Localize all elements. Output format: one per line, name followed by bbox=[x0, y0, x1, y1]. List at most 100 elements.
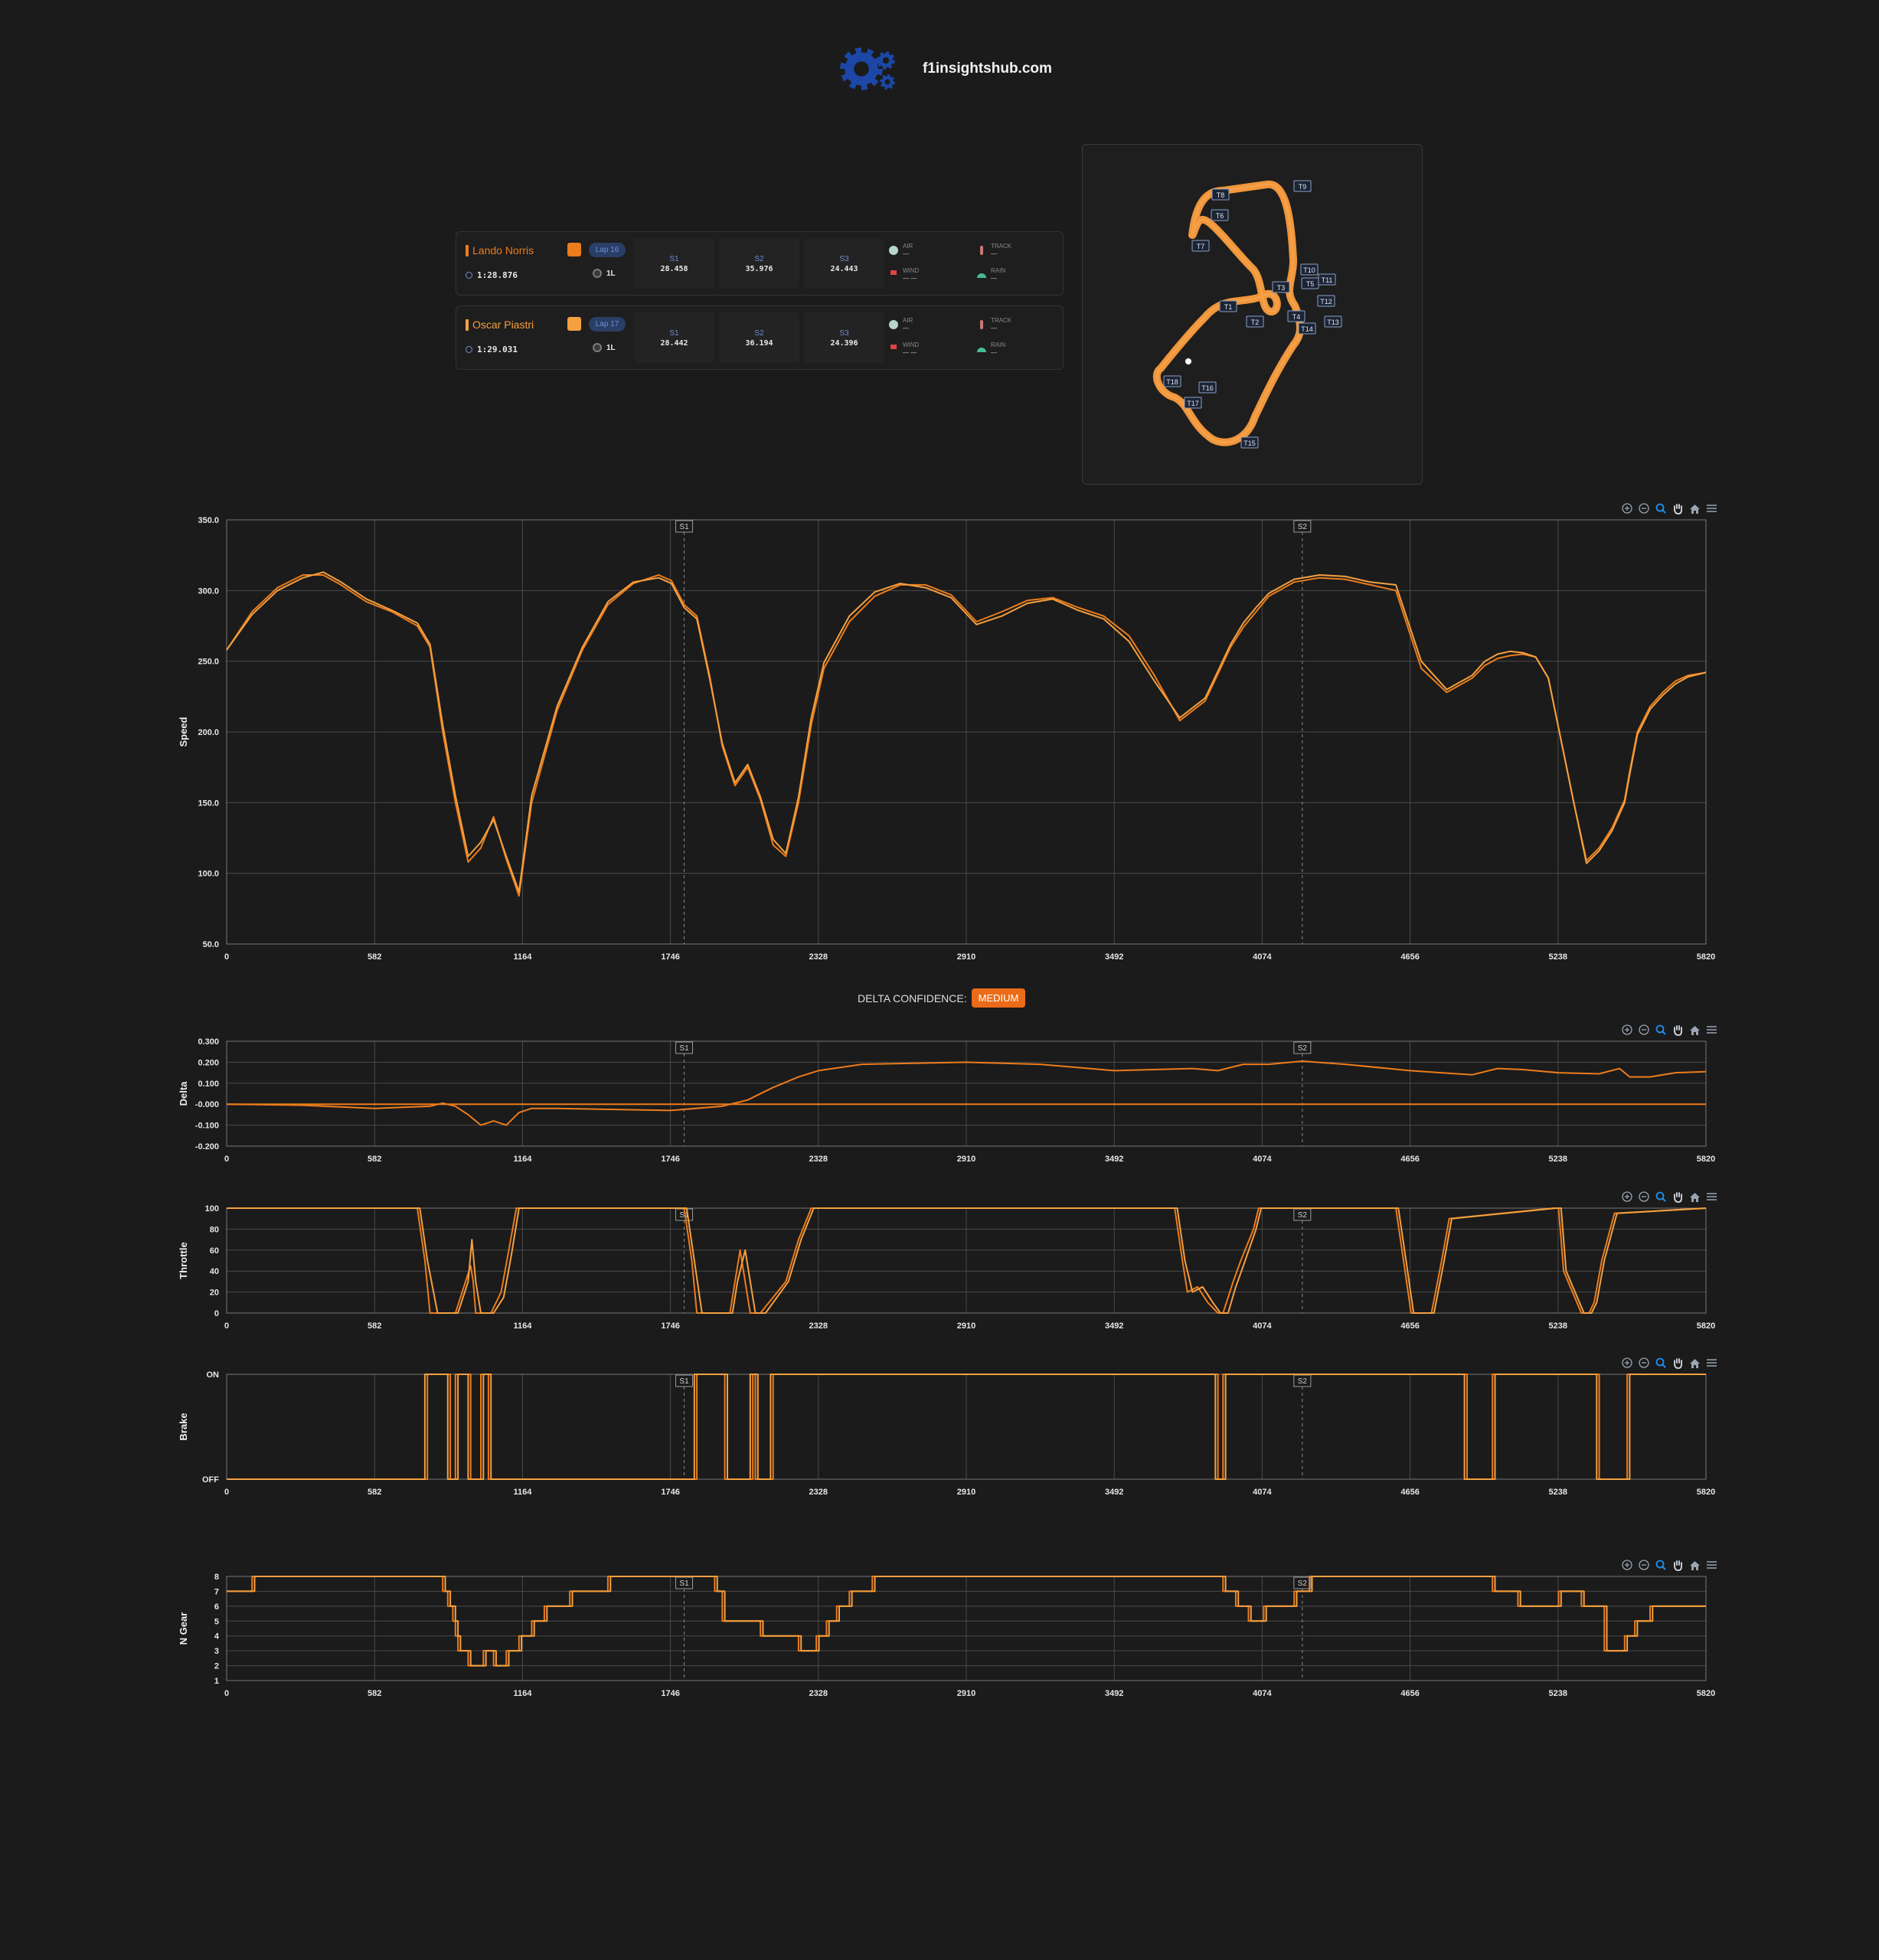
driver-card[interactable]: Lando Norris Lap 16 1:28.876 1L S1 28.45… bbox=[456, 231, 1064, 296]
zoom-out-icon[interactable] bbox=[1639, 1560, 1649, 1570]
x-tick-label: 582 bbox=[368, 952, 381, 962]
delta-confidence-label: DELTA CONFIDENCE: bbox=[858, 991, 967, 1004]
svg-text:S2: S2 bbox=[1298, 1044, 1308, 1053]
svg-text:T17: T17 bbox=[1187, 400, 1199, 407]
menu-icon[interactable] bbox=[1707, 505, 1717, 512]
weather-panel: AIR — TRACK — WIND — — RAIN — bbox=[889, 312, 1057, 363]
sector-label: S3 bbox=[839, 255, 849, 263]
brake-chart[interactable]: OFF ON 0 582 1164 1746 2328 2910 3492 4074 4656 523… bbox=[0, 1346, 1879, 1507]
driver-color-swatch[interactable] bbox=[567, 243, 581, 256]
y-tick-label: 60 bbox=[210, 1246, 219, 1256]
pan-hand-icon[interactable] bbox=[1674, 1025, 1682, 1036]
svg-text:T3: T3 bbox=[1277, 284, 1286, 292]
sector-time-2: S2 36.194 bbox=[719, 312, 799, 363]
driver-color-swatch[interactable] bbox=[567, 317, 581, 331]
weather-wind: WIND — — bbox=[889, 267, 966, 289]
svg-text:S2: S2 bbox=[1298, 1211, 1308, 1220]
x-tick-label: 5820 bbox=[1697, 1689, 1715, 1698]
throttle-chart[interactable]: 0 20 40 60 80 100 0 582 1164 1746 2328 2910 3492 4074… bbox=[0, 1179, 1879, 1340]
menu-icon[interactable] bbox=[1707, 1359, 1717, 1367]
pan-hand-icon[interactable] bbox=[1674, 1358, 1682, 1369]
track-map[interactable]: T1 T2 T3 T4 T5 T6 T7 T8 T9 T10 T11 T12 T13 T14 T15 T16 T… bbox=[1083, 145, 1422, 484]
pan-hand-icon[interactable] bbox=[1674, 504, 1682, 514]
y-tick-label: 0 bbox=[214, 1309, 219, 1318]
zoom-select-icon[interactable] bbox=[1655, 503, 1666, 514]
lap-selector[interactable]: Lap 16 bbox=[589, 243, 626, 257]
turn-label-t10: T10 bbox=[1300, 263, 1319, 276]
menu-icon[interactable] bbox=[1707, 1026, 1717, 1034]
svg-text:S1: S1 bbox=[679, 1579, 689, 1588]
home-icon[interactable] bbox=[1690, 1561, 1700, 1570]
driver-name: Oscar Piastri bbox=[466, 318, 534, 331]
y-axis-title: Brake bbox=[178, 1413, 189, 1440]
lap-time: 1:29.031 bbox=[466, 345, 518, 354]
home-icon[interactable] bbox=[1690, 1193, 1700, 1202]
zoom-out-icon[interactable] bbox=[1639, 1191, 1649, 1202]
sector-marker-label: S1 bbox=[675, 1041, 694, 1054]
x-tick-label: 4656 bbox=[1400, 952, 1419, 962]
x-tick-label: 582 bbox=[368, 1488, 381, 1497]
lap-selector[interactable]: Lap 17 bbox=[589, 317, 626, 332]
sector-value: 28.442 bbox=[660, 339, 688, 348]
gear-chart[interactable]: 1 2 3 4 5 6 7 8 0 582 1164 1746 2328 2910 3492 4074 4656… bbox=[0, 1548, 1879, 1709]
zoom-select-icon[interactable] bbox=[1655, 1357, 1666, 1368]
thermometer-icon bbox=[980, 246, 983, 255]
x-tick-label: 2328 bbox=[809, 1488, 828, 1497]
brand-link[interactable]: f1insightshub.com bbox=[923, 60, 1052, 77]
speed-chart[interactable]: 50.0 100.0 150.0 200.0 250.0 300.0 350.0 0 582 11… bbox=[0, 490, 1879, 972]
pan-hand-icon[interactable] bbox=[1674, 1192, 1682, 1203]
sector-marker-label: S2 bbox=[1293, 1576, 1312, 1589]
pan-hand-icon[interactable] bbox=[1674, 1560, 1682, 1571]
zoom-out-icon[interactable] bbox=[1639, 503, 1649, 514]
driver-card[interactable]: Oscar Piastri Lap 17 1:29.031 1L S1 28.4… bbox=[456, 305, 1064, 370]
x-tick-label: 5238 bbox=[1549, 1321, 1567, 1331]
rain-icon bbox=[977, 273, 986, 278]
x-tick-label: 2328 bbox=[809, 952, 828, 962]
delta-chart[interactable]: -0.200 -0.100 -0.000 0.100 0.200 0.300 0 582 116… bbox=[0, 1011, 1879, 1171]
menu-icon[interactable] bbox=[1707, 1193, 1717, 1200]
zoom-in-icon[interactable] bbox=[1622, 1357, 1632, 1368]
delta-confidence: DELTA CONFIDENCE: MEDIUM bbox=[858, 988, 1026, 1008]
sector-marker-label: S2 bbox=[1293, 1374, 1312, 1387]
x-tick-label: 4656 bbox=[1400, 1689, 1419, 1698]
x-tick-label: 4656 bbox=[1400, 1155, 1419, 1164]
menu-icon[interactable] bbox=[1707, 1561, 1717, 1569]
zoom-in-icon[interactable] bbox=[1622, 1560, 1632, 1570]
x-tick-label: 2910 bbox=[957, 1689, 975, 1698]
zoom-select-icon[interactable] bbox=[1655, 1191, 1666, 1202]
weather-rain: RAIN — bbox=[977, 341, 1054, 363]
x-tick-label: 3492 bbox=[1105, 1689, 1123, 1698]
x-tick-label: 5238 bbox=[1549, 952, 1567, 962]
y-tick-label: 3 bbox=[214, 1647, 219, 1656]
home-icon[interactable] bbox=[1690, 1359, 1700, 1368]
y-tick-label: 250.0 bbox=[198, 658, 219, 667]
x-tick-label: 4074 bbox=[1253, 1488, 1272, 1497]
x-tick-label: 5820 bbox=[1697, 952, 1715, 962]
zoom-in-icon[interactable] bbox=[1622, 1191, 1632, 1202]
zoom-out-icon[interactable] bbox=[1639, 1024, 1649, 1035]
zoom-out-icon[interactable] bbox=[1639, 1357, 1649, 1368]
sector-marker-label: S1 bbox=[675, 1374, 694, 1387]
turn-label-t3: T3 bbox=[1272, 281, 1290, 293]
x-tick-label: 2328 bbox=[809, 1155, 828, 1164]
zoom-select-icon[interactable] bbox=[1655, 1024, 1666, 1035]
sector-time-2: S2 35.976 bbox=[719, 238, 799, 289]
y-axis-title: N Gear bbox=[178, 1612, 189, 1645]
turn-label-t9: T9 bbox=[1293, 180, 1312, 192]
driver-color-bar bbox=[466, 244, 469, 256]
zoom-in-icon[interactable] bbox=[1622, 503, 1632, 514]
svg-text:S1: S1 bbox=[679, 1377, 689, 1386]
home-icon[interactable] bbox=[1690, 505, 1700, 514]
delta-confidence-badge: MEDIUM bbox=[971, 988, 1026, 1008]
zoom-select-icon[interactable] bbox=[1655, 1560, 1666, 1570]
home-icon[interactable] bbox=[1690, 1026, 1700, 1035]
x-tick-label: 4074 bbox=[1253, 1155, 1272, 1164]
x-tick-label: 0 bbox=[224, 952, 229, 962]
sector-value: 36.194 bbox=[745, 339, 773, 348]
x-tick-label: 5238 bbox=[1549, 1155, 1567, 1164]
x-tick-label: 1746 bbox=[661, 1689, 679, 1698]
x-tick-label: 3492 bbox=[1105, 1488, 1123, 1497]
zoom-in-icon[interactable] bbox=[1622, 1024, 1632, 1035]
track-map-panel: T1 T2 T3 T4 T5 T6 T7 T8 T9 T10 T11 T12 T13 T14 T15 T16 T… bbox=[1082, 144, 1423, 485]
x-tick-label: 2910 bbox=[957, 1488, 975, 1497]
